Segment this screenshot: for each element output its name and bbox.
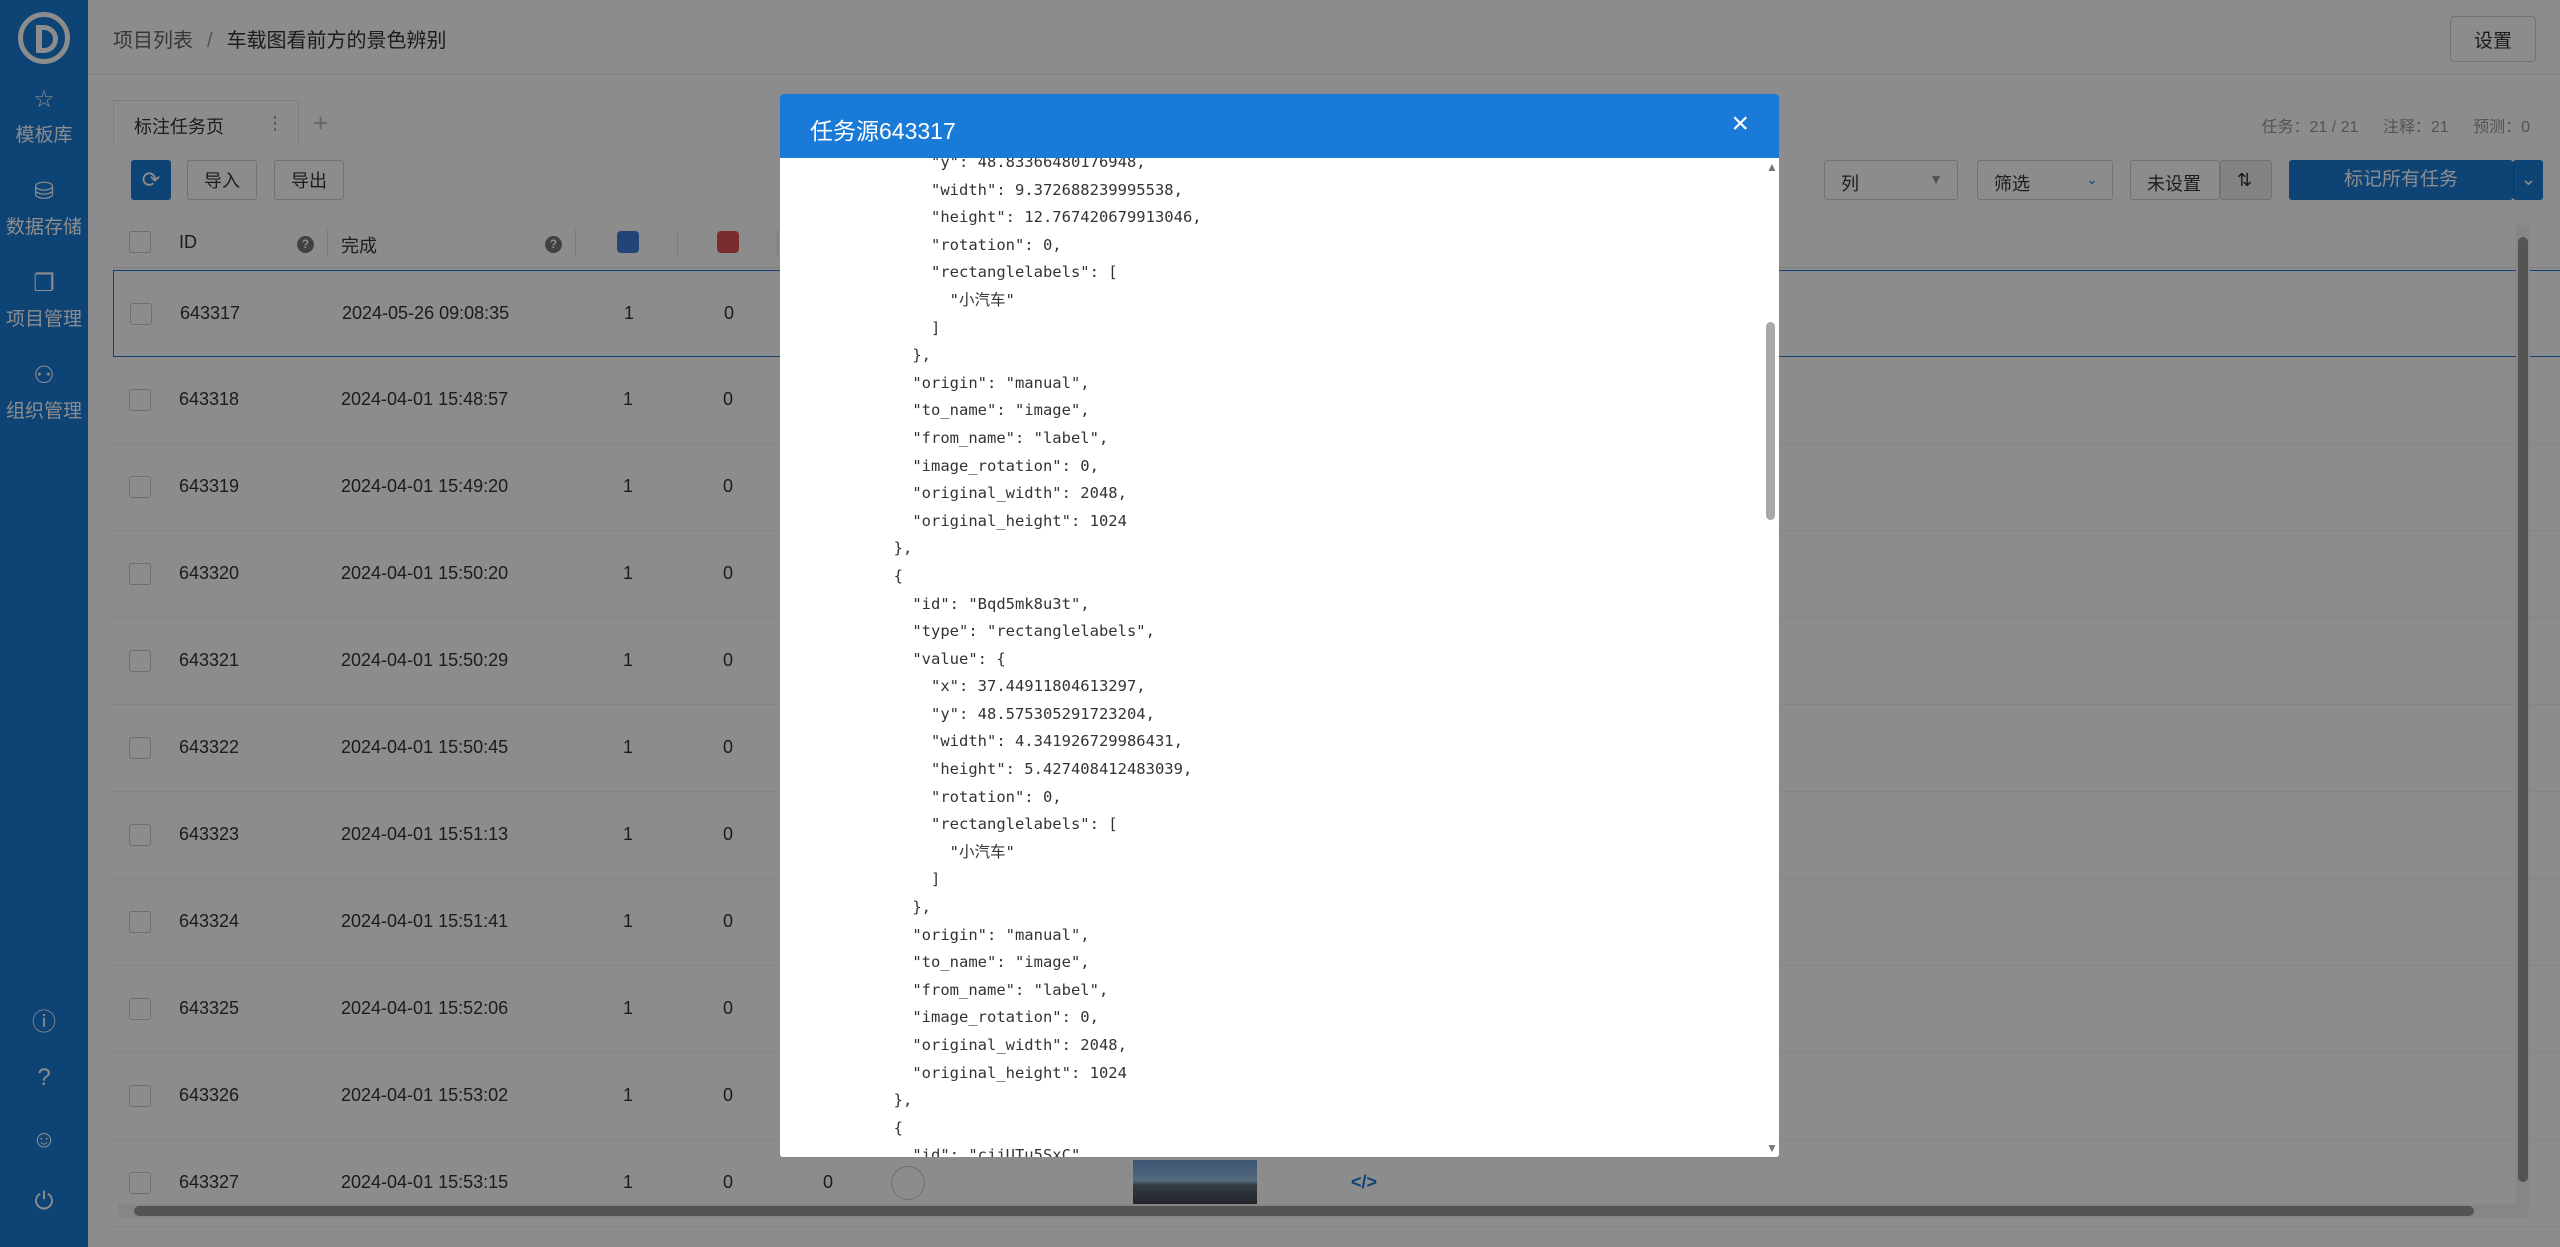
dialog-body: "y": 48.83366480176948, "width": 9.37268… — [780, 158, 1779, 1157]
dialog-title: 任务源643317 — [810, 118, 956, 144]
dialog-header: 任务源643317 × — [780, 94, 1779, 158]
code-line: "from_name": "label", — [875, 428, 1109, 447]
code-line: "小汽车" — [875, 290, 1015, 309]
code-line: "rotation": 0, — [875, 235, 1062, 254]
code-line: "type": "rectanglelabels", — [875, 622, 1155, 641]
code-line: "rectanglelabels": [ — [875, 263, 1118, 282]
close-icon[interactable]: × — [1731, 108, 1749, 140]
code-line: "y": 48.83366480176948, — [875, 158, 1146, 171]
code-line: "origin": "manual", — [875, 925, 1090, 944]
code-line: ] — [875, 870, 941, 889]
task-source-dialog: 任务源643317 × "y": 48.83366480176948, "wid… — [780, 94, 1779, 1157]
scroll-up-arrow-icon[interactable]: ▲ — [1766, 160, 1778, 174]
code-line: "original_width": 2048, — [875, 1036, 1127, 1054]
code-line: "rotation": 0, — [875, 787, 1062, 806]
code-line: "y": 48.575305291723204, — [875, 704, 1155, 723]
code-line: "to_name": "image", — [875, 953, 1090, 972]
code-line: "from_name": "label", — [875, 980, 1109, 999]
code-line: "rectanglelabels": [ — [875, 815, 1118, 834]
scrollbar-thumb[interactable] — [1766, 322, 1775, 520]
code-line: "original_height": 1024 — [875, 1063, 1127, 1082]
code-line: "image_rotation": 0, — [875, 1008, 1099, 1027]
code-line: }, — [875, 346, 931, 365]
code-line: "image_rotation": 0, — [875, 456, 1099, 475]
code-line: "height": 12.767420679913046, — [875, 208, 1202, 227]
code-line: "origin": "manual", — [875, 373, 1090, 392]
code-line: }, — [875, 898, 931, 917]
code-line: { — [875, 566, 903, 585]
code-line: "小汽车" — [875, 842, 1015, 861]
code-line: "original_width": 2048, — [875, 484, 1127, 503]
code-line: { — [875, 1118, 903, 1137]
code-line: }, — [875, 1091, 913, 1110]
dialog-scrollbar[interactable]: ▲ ▼ — [1763, 158, 1779, 1157]
scroll-down-arrow-icon[interactable]: ▼ — [1766, 1141, 1778, 1155]
code-line: "width": 9.372688239995538, — [875, 180, 1183, 199]
code-line: "original_height": 1024 — [875, 511, 1127, 530]
code-line: }, — [875, 539, 913, 558]
code-line: "value": { — [875, 649, 1006, 668]
code-line: "to_name": "image", — [875, 401, 1090, 420]
json-source-code: "y": 48.83366480176948, "width": 9.37268… — [875, 158, 1202, 1157]
code-line: "id": "Bqd5mk8u3t", — [875, 594, 1090, 613]
code-line: "x": 37.44911804613297, — [875, 677, 1146, 696]
code-line: ] — [875, 318, 941, 337]
code-line: "width": 4.341926729986431, — [875, 732, 1183, 751]
code-line: "height": 5.427408412483039, — [875, 760, 1193, 779]
code-line: "id": "cjjUTu5SxC", — [875, 1146, 1090, 1157]
